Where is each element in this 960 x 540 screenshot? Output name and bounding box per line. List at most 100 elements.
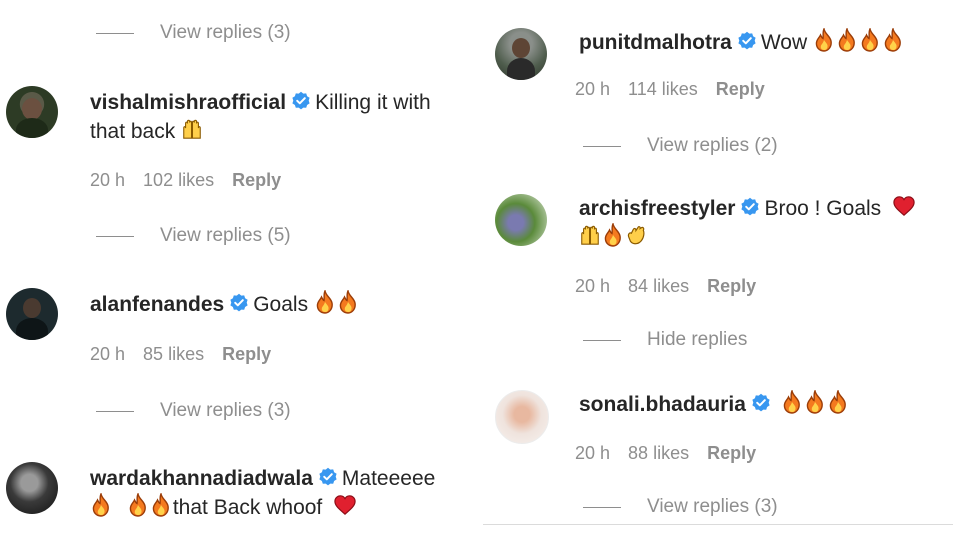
comment-meta: 20 h 88 likes Reply xyxy=(575,443,774,464)
fire-emoji-icon xyxy=(90,493,112,517)
replies-divider-dash xyxy=(583,145,621,147)
comment-text: Mateeeee xyxy=(341,467,436,490)
replies-divider-dash xyxy=(583,506,621,508)
avatar[interactable] xyxy=(495,194,547,246)
comment-time: 20 h xyxy=(90,344,126,364)
comment-body: wardakhannadiadwala Mateeeee that Back wh… xyxy=(90,464,470,522)
comment-item: archisfreestyler Broo ! Goals 20 h 84 like… xyxy=(495,194,955,304)
comment-text-line: wardakhannadiadwala Mateeeee xyxy=(90,464,470,493)
comment-body: punitdmalhotra Wow xyxy=(579,28,959,57)
reply-button[interactable]: Reply xyxy=(222,344,271,364)
fire-emoji-icon xyxy=(827,390,849,414)
raising-hands-emoji-icon xyxy=(181,117,203,141)
verified-badge-icon xyxy=(740,197,760,217)
reply-button[interactable]: Reply xyxy=(232,170,281,190)
comment-body: sonali.bhadauria xyxy=(579,390,959,419)
avatar[interactable] xyxy=(6,462,58,514)
comment-meta: 20 h 85 likes Reply xyxy=(90,344,289,365)
comment-body: archisfreestyler Broo ! Goals xyxy=(579,194,959,252)
comment-text-line-2: that back xyxy=(90,117,470,146)
comment-text-line-2 xyxy=(579,223,959,252)
red-heart-emoji-icon xyxy=(334,493,356,517)
view-replies-button[interactable]: View replies (3) xyxy=(583,496,778,518)
view-replies-label: View replies (2) xyxy=(647,135,778,156)
comment-username[interactable]: wardakhannadiadwala xyxy=(90,467,313,490)
comment-likes[interactable]: 102 likes xyxy=(143,170,214,190)
replies-divider-dash xyxy=(96,410,134,412)
avatar[interactable] xyxy=(6,288,58,340)
view-replies-label: View replies (3) xyxy=(647,496,778,517)
hide-replies-label: Hide replies xyxy=(647,329,748,350)
comment-meta: 20 h 102 likes Reply xyxy=(90,170,299,191)
fire-emoji-icon xyxy=(882,28,904,52)
view-replies-button[interactable]: View replies (5) xyxy=(96,225,291,247)
view-replies-button[interactable]: View replies (3) xyxy=(96,400,291,422)
comment-likes[interactable]: 84 likes xyxy=(628,276,689,296)
avatar[interactable] xyxy=(6,86,58,138)
fire-emoji-icon xyxy=(127,493,149,517)
verified-badge-icon xyxy=(751,393,771,413)
comments-column-left: View replies (3) vishalmishraofficial Kil… xyxy=(0,0,475,540)
fire-emoji-icon xyxy=(602,223,624,247)
comment-body: alanfenandes Goals xyxy=(90,290,470,319)
hide-replies-button[interactable]: Hide replies xyxy=(583,329,747,351)
view-replies-button[interactable]: View replies (3) xyxy=(96,22,291,44)
raising-hands-emoji-icon xyxy=(579,223,601,247)
fire-emoji-icon xyxy=(859,28,881,52)
comment-text: Goals xyxy=(253,293,309,316)
avatar-face xyxy=(22,98,42,120)
avatar-shoulders xyxy=(16,318,48,340)
comment-likes[interactable]: 114 likes xyxy=(628,79,698,99)
comment-item: wardakhannadiadwala Mateeeee that Back wh… xyxy=(6,462,471,540)
avatar-face xyxy=(512,38,530,58)
reply-button[interactable]: Reply xyxy=(707,443,756,463)
comment-item: alanfenandes Goals 20 h 85 likes Reply xyxy=(6,288,471,388)
comment-time: 20 h xyxy=(575,79,611,99)
comment-text-line: vishalmishraofficial Killing it with xyxy=(90,88,470,117)
fire-emoji-icon xyxy=(150,493,172,517)
avatar-face xyxy=(23,298,41,318)
comment-text-line: sonali.bhadauria xyxy=(579,390,959,419)
fire-emoji-icon xyxy=(813,28,835,52)
comment-meta: 20 h 114 likes Reply xyxy=(575,79,783,100)
view-replies-label: View replies (3) xyxy=(160,22,291,43)
reply-button[interactable]: Reply xyxy=(707,276,756,296)
comment-item: sonali.bhadauria 20 h 88 likes Reply xyxy=(495,390,955,490)
replies-divider-dash xyxy=(583,339,621,341)
avatar[interactable] xyxy=(495,390,549,444)
verified-badge-icon xyxy=(737,31,757,51)
comment-text-cont: that Back whoof xyxy=(172,496,323,519)
comment-username[interactable]: alanfenandes xyxy=(90,293,224,316)
fire-emoji-icon xyxy=(314,290,336,314)
comment-text: Wow xyxy=(760,31,808,54)
fire-emoji-icon xyxy=(804,390,826,414)
comment-username[interactable]: vishalmishraofficial xyxy=(90,91,286,114)
comment-body: vishalmishraofficial Killing it with that… xyxy=(90,88,470,146)
comment-username[interactable]: sonali.bhadauria xyxy=(579,393,746,416)
reply-button[interactable]: Reply xyxy=(716,79,765,99)
avatar-shoulders xyxy=(16,118,48,138)
comment-username[interactable]: archisfreestyler xyxy=(579,197,735,220)
fire-emoji-icon xyxy=(836,28,858,52)
avatar[interactable] xyxy=(495,28,547,80)
comment-likes[interactable]: 88 likes xyxy=(628,443,689,463)
avatar-shoulders xyxy=(507,58,535,80)
view-replies-button[interactable]: View replies (2) xyxy=(583,135,778,157)
comment-text-line-2: that Back whoof xyxy=(90,493,470,522)
comment-text: Broo ! Goals xyxy=(764,197,882,220)
comment-text-line: archisfreestyler Broo ! Goals xyxy=(579,194,959,223)
panel-bottom-divider xyxy=(483,524,953,525)
comment-username[interactable]: punitdmalhotra xyxy=(579,31,732,54)
fire-emoji-icon xyxy=(781,390,803,414)
comment-time: 20 h xyxy=(575,276,611,296)
red-heart-emoji-icon xyxy=(893,194,915,218)
comment-meta: 20 h 84 likes Reply xyxy=(575,276,774,297)
comment-text-line: punitdmalhotra Wow xyxy=(579,28,959,57)
comment-likes[interactable]: 85 likes xyxy=(143,344,204,364)
comment-text-cont: that back xyxy=(90,120,176,143)
replies-divider-dash xyxy=(96,32,134,34)
verified-badge-icon xyxy=(318,467,338,487)
comment-item: punitdmalhotra Wow 20 h 114 likes Reply xyxy=(495,28,955,128)
comment-text: Killing it with xyxy=(315,91,431,114)
verified-badge-icon xyxy=(229,293,249,313)
